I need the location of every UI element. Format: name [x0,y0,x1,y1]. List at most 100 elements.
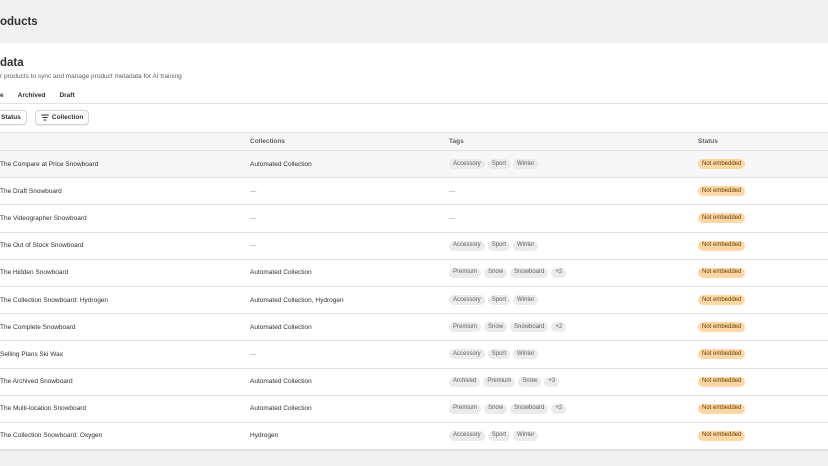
table-row[interactable]: The Archived Snowboard Automated Collecti… [0,369,828,396]
tab-active[interactable]: e [0,92,4,99]
status-badge: Not embedded [698,349,746,360]
tag-chip: Snow [484,322,508,333]
product-title: The Videographer Snowboard [0,214,87,222]
tag-chip: Premium [483,376,516,387]
status-badge: Not embedded [698,430,746,441]
status-badge: Not embedded [698,267,746,278]
products-table: Collections Tags Status The Compare at P… [0,132,828,450]
product-title: The Collection Snowboard: Hydrogen [0,296,109,304]
product-collections: — [250,187,257,195]
product-tags: Accessory Sport Winter [449,287,541,313]
product-status: Not embedded [698,341,746,367]
table-row[interactable]: The Multi-location Snowboard Automated Co… [0,396,828,423]
tag-chip: Snow [484,267,508,278]
product-title: The Hidden Snowboard [0,269,69,277]
status-filter-button[interactable]: Status [0,110,27,125]
product-status: Not embedded [698,260,746,286]
tab-archived[interactable]: Archived [18,92,46,99]
tag-chip: Snow [518,376,542,387]
table-row[interactable]: The Hidden Snowboard Automated Collection… [0,260,828,287]
product-status: Not embedded [698,396,746,422]
tag-chip: Premium [449,322,482,333]
status-filter-label: Status [1,114,21,121]
product-status: Not embedded [698,151,746,177]
column-header-collections: Collections [250,138,286,145]
column-header-tags: Tags [449,138,464,145]
tag-chip: Accessory [449,159,485,170]
tag-chip: Sport [487,159,511,170]
empty-tags: — [449,187,456,195]
tag-chip: +2 [551,322,567,333]
product-tags: — [449,178,456,204]
table-row[interactable]: The Complete Snowboard Automated Collecti… [0,314,828,342]
tag-chip: Accessory [449,295,485,306]
product-status: Not embedded [698,287,746,313]
status-badge: Not embedded [698,295,746,306]
tag-chip: Winter [513,240,539,251]
product-collections: — [250,350,257,358]
product-status: Not embedded [698,178,746,204]
divider [0,103,828,104]
tab-bar: e Archived Draft [0,89,75,101]
app-title: oducts [0,16,38,28]
product-collections: Automated Collection, Hydrogen [250,296,344,304]
table-body: The Compare at Price Snowboard Automated … [0,151,828,450]
product-title: The Collection Snowboard: Oxygen [0,432,103,440]
tab-draft[interactable]: Draft [59,92,74,99]
tag-chip: Winter [513,159,539,170]
product-title: The Complete Snowboard [0,323,76,331]
product-collections: Automated Collection [250,269,312,277]
product-collections: — [250,242,257,250]
product-status: Not embedded [698,233,746,259]
table-row[interactable]: The Compare at Price Snowboard Automated … [0,151,828,179]
tag-chip: Winter [513,349,539,360]
tag-chip: Snow [484,403,508,414]
tag-chip: Premium [449,267,482,278]
product-title: The Multi-location Snowboard [0,405,86,413]
tag-chip: Sport [487,295,511,306]
product-title: The Archived Snowboard [0,378,73,386]
tag-chip: Sport [487,430,511,441]
table-row[interactable]: The Out of Stock Snowboard — Accessory Spor… [0,233,828,260]
filter-bar: Status Collection [0,110,90,125]
product-tags: Premium Snow Snowboard +2 [449,396,569,422]
tag-chip: Snowboard [510,322,549,333]
table-row[interactable]: The Videographer Snowboard — — Not embedded [0,205,828,233]
page-subtitle: r products to sync and manage product me… [0,73,182,80]
filter-icon [40,114,49,121]
column-header-status: Status [698,138,718,145]
collection-filter-label: Collection [51,114,84,121]
tag-chip: Snowboard [510,267,549,278]
page-title: data [0,57,24,69]
tag-chip: Winter [513,430,539,441]
status-badge: Not embedded [698,240,746,251]
product-tags: Accessory Sport Winter [449,151,541,177]
tag-chip: +2 [551,267,567,278]
table-row[interactable]: The Collection Snowboard: Oxygen Hydrogen… [0,423,828,450]
product-collections: Automated Collection [250,160,312,168]
product-tags: Premium Snow Snowboard +2 [449,314,569,340]
product-collections: Automated Collection [250,405,312,413]
table-row[interactable]: The Collection Snowboard: Hydrogen Automa… [0,287,828,315]
tag-chip: Accessory [449,240,485,251]
status-badge: Not embedded [698,159,746,170]
page-footer [0,450,828,466]
product-status: Not embedded [698,205,746,231]
tag-chip: Accessory [449,430,485,441]
product-title: The Out of Stock Snowboard [0,242,84,250]
tag-chip: Accessory [449,349,485,360]
table-header: Collections Tags Status [0,132,828,151]
product-status: Not embedded [698,314,746,340]
product-tags: Accessory Sport Winter [449,341,541,367]
product-tags: Archived Premium Snow +3 [449,369,562,395]
table-row[interactable]: The Draft Snowboard — — Not embedded [0,178,828,206]
collection-filter-button[interactable]: Collection [34,110,90,125]
product-tags: Premium Snow Snowboard +2 [449,260,569,286]
status-badge: Not embedded [698,403,746,414]
product-collections: Automated Collection [250,323,312,331]
product-title: The Compare at Price Snowboard [0,160,99,168]
tag-chip: Winter [513,295,539,306]
product-status: Not embedded [698,423,746,449]
table-row[interactable]: Selling Plans Ski Wax — Accessory Sport Wint… [0,341,828,369]
status-badge: Not embedded [698,213,746,224]
